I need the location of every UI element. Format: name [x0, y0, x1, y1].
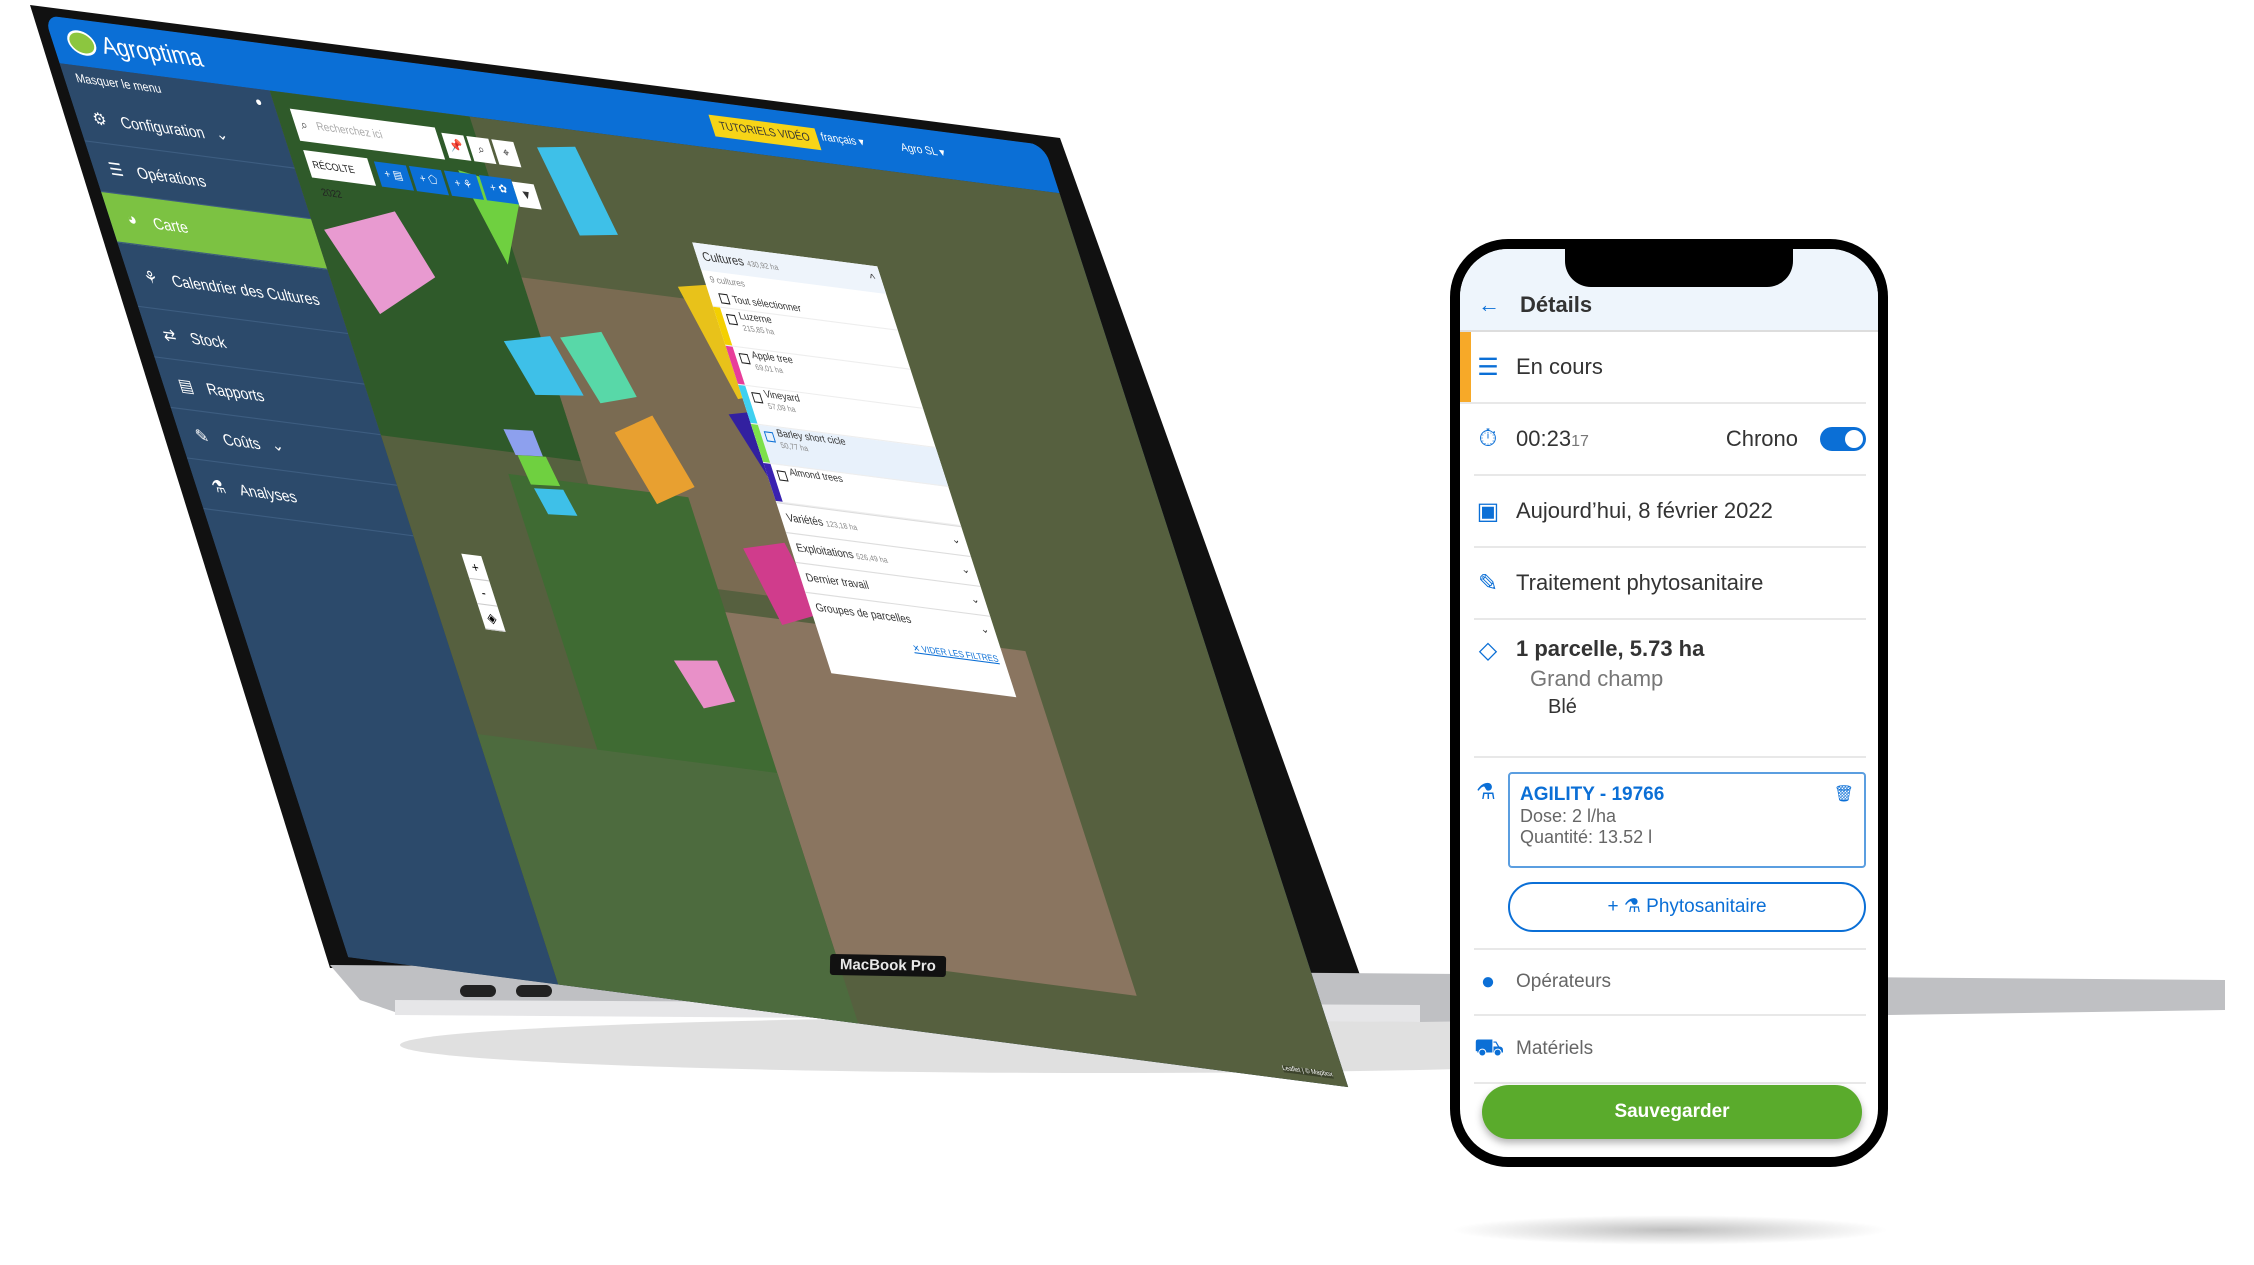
- in-progress-icon: ☰: [1477, 353, 1499, 381]
- globe-icon: ◕: [124, 209, 140, 230]
- calendar-icon: ▣: [1476, 497, 1500, 525]
- timer-row: ⏱ 00:2317 Chrono: [1474, 404, 1866, 476]
- stopwatch-icon: ⏱: [1478, 425, 1498, 452]
- product-quantity: Quantité: 13.52 l: [1520, 827, 1653, 847]
- sidebar-label: Coûts: [219, 429, 263, 453]
- person-icon: ●: [1480, 968, 1496, 995]
- chevron-down-icon: ⌄: [968, 593, 982, 607]
- chevron-down-icon: ⌄: [212, 123, 231, 144]
- operators-label: Opérateurs: [1516, 971, 1612, 992]
- chevron-down-icon: ⌄: [949, 533, 963, 548]
- chevron-down-icon: ⌄: [268, 434, 286, 455]
- operators-row[interactable]: ● Opérateurs: [1474, 948, 1866, 1016]
- map-search-icon: ⌕: [476, 142, 487, 158]
- report-icon: ▤: [175, 374, 196, 397]
- group-area: 526,49 ha: [855, 553, 890, 566]
- sidebar-label: Configuration: [117, 112, 207, 142]
- date-row[interactable]: ▣ Aujourd’hui, 8 février 2022: [1474, 476, 1866, 548]
- machinery-label: Matériels: [1516, 1038, 1594, 1059]
- sidebar-label: Calendrier des Cultures: [168, 270, 322, 309]
- crop-area: 215,85 ha: [741, 324, 776, 337]
- crosshair-icon: ⌖: [501, 145, 512, 161]
- plots-row[interactable]: ◇ 1 parcelle, 5.73 ha Grand champ Blé: [1474, 620, 1866, 758]
- language-dropdown[interactable]: français ▾: [819, 131, 866, 149]
- group-label: Exploitations: [794, 541, 856, 562]
- sidebar-label: Analyses: [236, 479, 299, 506]
- filter-icon: ▼: [519, 187, 535, 204]
- cultures-area: 430,92 ha: [745, 260, 780, 273]
- cultures-label: Cultures: [700, 250, 746, 270]
- chevron-up-icon: ^: [868, 271, 878, 287]
- checkbox-icon: [717, 292, 731, 305]
- job-type-text: Traitement phytosanitaire: [1516, 570, 1764, 595]
- laptop-brand: MacBook Pro: [829, 953, 947, 978]
- phone-screen: ← Détails ☰ En cours ⏱ 00:2317 Chrono ▣ …: [1460, 249, 1878, 1157]
- crop-area: 69,01 ha: [754, 363, 785, 376]
- checkbox-icon[interactable]: [751, 392, 764, 404]
- product-card[interactable]: AGILITY - 19766 Dose: 2 l/ha Quantité: 1…: [1508, 772, 1866, 868]
- product-dose: Dose: 2 l/ha: [1520, 806, 1617, 826]
- search-icon: ⌕: [298, 116, 310, 134]
- plot-name: Grand champ: [1530, 666, 1664, 691]
- phone-shadow: [1450, 1215, 1890, 1245]
- layers-icon: ◈: [484, 609, 499, 627]
- chrono-label: Chrono: [1725, 426, 1798, 451]
- flask-icon: ⚗: [208, 476, 229, 498]
- save-button[interactable]: Sauvegarder: [1482, 1085, 1862, 1139]
- plots-icon: ◇: [1478, 637, 1498, 664]
- checkbox-icon[interactable]: [763, 431, 777, 443]
- group-area: 123,18 ha: [824, 520, 859, 533]
- chevron-down-icon: ⌄: [978, 623, 992, 637]
- plots-summary: 1 parcelle, 5.73 ha: [1516, 636, 1705, 661]
- back-arrow-icon[interactable]: ←: [1478, 292, 1500, 318]
- transfer-icon: ⇄: [159, 324, 179, 346]
- checkbox-icon[interactable]: [776, 470, 789, 482]
- crop-area: 57,09 ha: [767, 402, 797, 415]
- checkbox-icon[interactable]: [738, 352, 751, 365]
- hide-menu-icon: ●: [253, 95, 265, 110]
- trash-icon[interactable]: 🗑: [1834, 784, 1854, 804]
- group-label: Variétés: [785, 512, 826, 530]
- product-name: AGILITY - 19766: [1520, 784, 1665, 805]
- sidebar-label: Opérations: [133, 162, 209, 190]
- status-text: En cours: [1516, 354, 1603, 379]
- phone: ← Détails ☰ En cours ⏱ 00:2317 Chrono ▣ …: [1450, 239, 1888, 1167]
- status-stripe: [1460, 332, 1471, 402]
- trowel-icon: ✎: [1477, 569, 1499, 597]
- sidebar-label: Rapports: [203, 378, 267, 405]
- pin-icon: 📌: [447, 138, 466, 155]
- date-text: Aujourd’hui, 8 février 2022: [1516, 498, 1773, 523]
- checkbox-icon[interactable]: [725, 313, 739, 326]
- add-phyto-button[interactable]: + ⚗ Phytosanitaire: [1508, 882, 1866, 932]
- costs-icon: ✎: [192, 425, 212, 447]
- job-type-row[interactable]: ✎ Traitement phytosanitaire: [1474, 548, 1866, 620]
- wheat-icon: ⚘: [140, 267, 161, 289]
- tractor-icon: ⛟: [1474, 1034, 1505, 1061]
- tutorials-button[interactable]: TUTORIELS VIDÉO: [708, 114, 822, 151]
- list-icon: ☰: [106, 159, 126, 181]
- plot-crop: Blé: [1548, 696, 1577, 718]
- sidebar-label: Carte: [150, 213, 191, 237]
- chrono-toggle[interactable]: [1820, 427, 1866, 451]
- status-row[interactable]: ☰ En cours: [1460, 332, 1866, 404]
- sidebar-label: Stock: [187, 328, 229, 352]
- phone-notch: [1565, 249, 1793, 287]
- timer-value: 00:23: [1516, 426, 1572, 451]
- group-label: Dernier travail: [804, 571, 871, 593]
- timer-seconds: 17: [1571, 433, 1589, 450]
- logo-leaf-icon: [63, 28, 100, 58]
- product-flask-icon: ⚗: [1476, 779, 1496, 804]
- chevron-down-icon: ⌄: [959, 563, 972, 578]
- machinery-row[interactable]: ⛟ Matériels: [1474, 1016, 1866, 1084]
- account-dropdown[interactable]: Agro SL ▾: [899, 142, 947, 160]
- logo-text: Agroptima: [96, 30, 207, 73]
- crop-area: 50,77 ha: [779, 441, 810, 454]
- page-title: Détails: [1520, 292, 1593, 317]
- gear-icon: ⚙: [89, 108, 110, 130]
- search-placeholder: Recherchez ici: [314, 120, 385, 142]
